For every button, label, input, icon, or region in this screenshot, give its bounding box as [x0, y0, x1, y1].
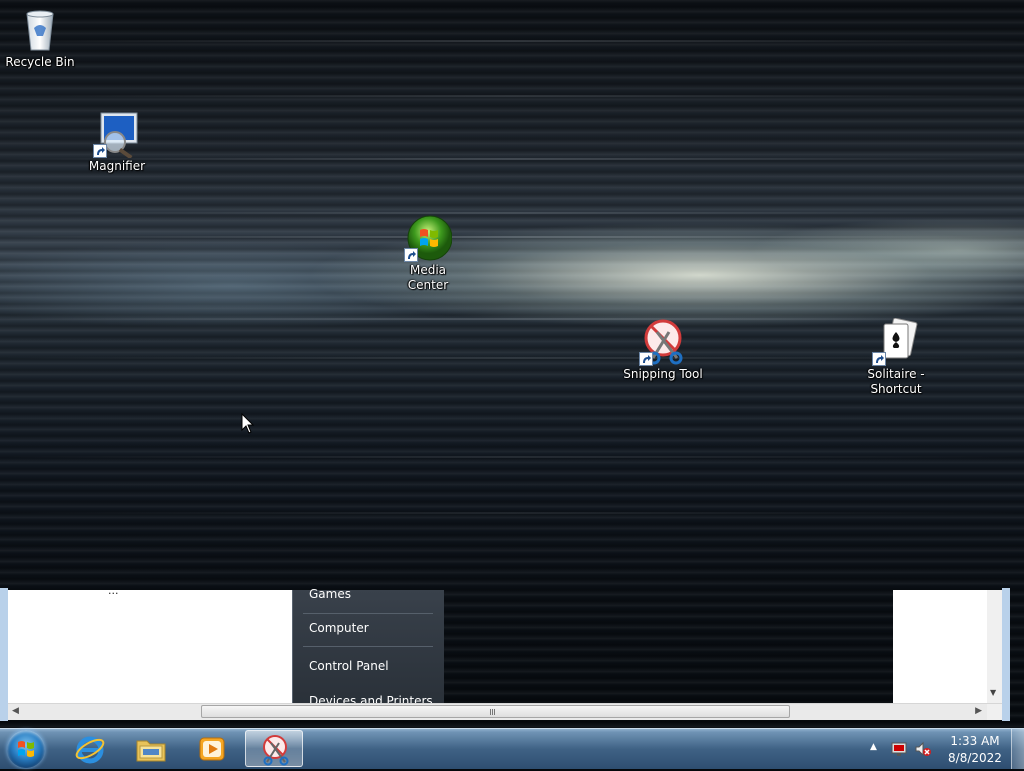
- scrollbar-grip-icon: [490, 709, 496, 715]
- show-desktop-button[interactable]: [1011, 729, 1024, 769]
- taskbar-internet-explorer[interactable]: [61, 730, 119, 767]
- shortcut-arrow-icon: [639, 352, 653, 366]
- wallpaper-streak: [0, 40, 1024, 42]
- clock-date: 8/8/2022: [948, 751, 1002, 765]
- wallpaper-streak: [0, 236, 1024, 238]
- desktop-icon-recycle-bin[interactable]: Recycle Bin: [0, 6, 80, 70]
- wallpaper-streak: [0, 456, 1024, 458]
- start-menu-item-games[interactable]: Games: [309, 587, 351, 601]
- desktop-icon-media-center[interactable]: Media Center: [388, 214, 468, 293]
- start-orb-icon: [18, 741, 34, 757]
- desktop-icon-label: Solitaire -: [867, 367, 925, 381]
- scroll-down-arrow-icon[interactable]: ▼: [990, 688, 996, 697]
- windows-explorer-icon: [135, 733, 167, 765]
- horizontal-scrollbar[interactable]: ◀ ▶: [8, 703, 1002, 720]
- wallpaper-streak: [0, 512, 1024, 514]
- desktop-icon-label: Recycle Bin: [5, 55, 75, 69]
- desktop-icon-label: Magnifier: [88, 159, 146, 173]
- media-center-icon: [404, 214, 453, 262]
- clock-time: 1:33 AM: [950, 734, 1000, 748]
- snipping-tool-icon: [259, 734, 291, 766]
- shortcut-arrow-icon: [872, 352, 886, 366]
- window-border-left: [0, 588, 8, 721]
- vertical-scrollbar[interactable]: ▼: [987, 590, 1002, 703]
- shortcut-arrow-icon: [93, 144, 107, 158]
- internet-explorer-icon: [74, 733, 106, 765]
- magnifier-icon: [93, 110, 141, 160]
- explorer-window: ... Games Computer Control Panel Devices…: [0, 584, 1010, 721]
- recycle-bin-icon: [16, 6, 64, 54]
- clock[interactable]: 1:33 AM 8/8/2022: [942, 733, 1008, 767]
- scrollbar-thumb[interactable]: [201, 705, 790, 718]
- desktop-icon-label: Media Center: [407, 263, 449, 292]
- desktop-icon-label: Snipping Tool: [623, 367, 703, 381]
- taskbar-snipping-tool[interactable]: [245, 730, 303, 767]
- desktop-icon-snipping-tool[interactable]: Snipping Tool: [623, 318, 703, 382]
- desktop-icon-label-line2: Shortcut: [870, 382, 922, 396]
- desktop-icon-magnifier[interactable]: Magnifier: [77, 110, 157, 174]
- window-content-right: [893, 590, 987, 703]
- solitaire-icon: [872, 317, 920, 366]
- mouse-cursor-icon: [241, 412, 255, 435]
- start-menu-right-panel: Games Computer Control Panel Devices and…: [292, 587, 444, 704]
- volume-muted-icon[interactable]: [914, 740, 932, 761]
- scrollbar-corner: [987, 704, 1002, 720]
- window-content-left: ...: [8, 584, 292, 703]
- snipping-tool-icon: [639, 318, 687, 366]
- wallpaper-streak: [0, 212, 1024, 214]
- desktop-icon-solitaire-shortcut[interactable]: Solitaire - Shortcut: [856, 317, 936, 397]
- media-player-icon: [196, 733, 228, 765]
- taskbar-windows-explorer[interactable]: [122, 730, 180, 767]
- show-hidden-icons-icon[interactable]: ▲: [870, 742, 877, 752]
- shortcut-arrow-icon: [404, 248, 418, 262]
- action-center-flag-icon[interactable]: [890, 740, 908, 761]
- taskbar: ▲ 1:33 AM 8/8/2022: [0, 728, 1024, 769]
- clipped-text: ...: [108, 584, 119, 597]
- scroll-right-arrow-icon[interactable]: ▶: [975, 706, 982, 716]
- taskbar-media-player[interactable]: [183, 730, 241, 767]
- window-border-right: [1002, 588, 1010, 721]
- start-menu-item-computer[interactable]: Computer: [309, 621, 369, 635]
- start-menu-item-control-panel[interactable]: Control Panel: [309, 659, 389, 673]
- start-menu-separator: [303, 646, 433, 647]
- wallpaper-streak: [0, 95, 1024, 97]
- scroll-left-arrow-icon[interactable]: ◀: [12, 706, 19, 716]
- start-button[interactable]: [7, 730, 45, 768]
- start-menu-separator: [303, 613, 433, 614]
